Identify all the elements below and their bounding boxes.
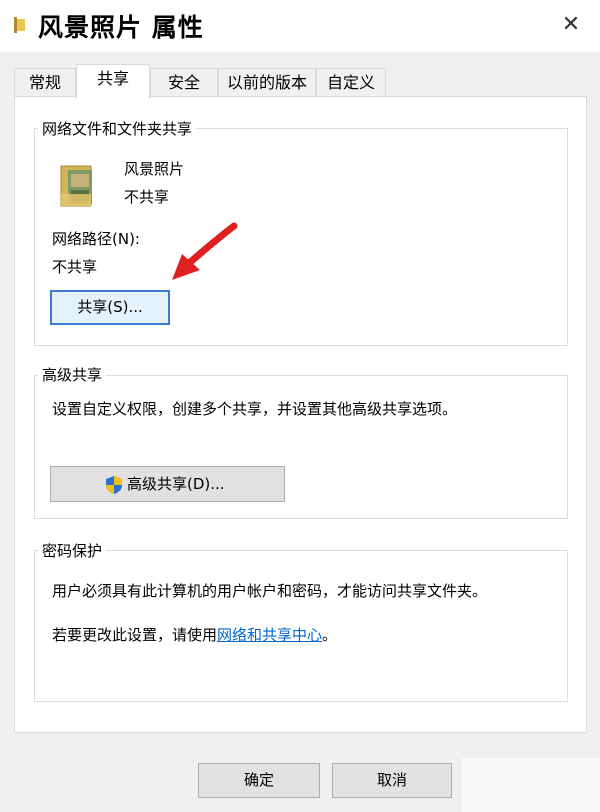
watermark-overlay (462, 758, 600, 812)
tab-sharing[interactable]: 共享 (76, 64, 150, 99)
folder-share-status: 不共享 (124, 188, 170, 206)
ok-button[interactable]: 确定 (198, 763, 320, 798)
network-path-label: 网络路径(N): (52, 230, 140, 248)
change-setting-prefix: 若要更改此设置，请使用 (52, 626, 218, 644)
tab-strip: 常规 共享 安全 以前的版本 自定义 (14, 64, 588, 99)
folder-icon (14, 17, 25, 33)
network-path-value: 不共享 (52, 258, 98, 276)
password-protection-title: 密码保护 (38, 540, 107, 561)
uac-shield-icon (106, 476, 122, 494)
red-arrow-icon (172, 222, 238, 280)
cancel-button[interactable]: 取消 (332, 763, 452, 798)
network-sharing-title: 网络文件和文件夹共享 (38, 118, 197, 139)
title-bar: 风景照片 属性 ✕ (0, 0, 600, 52)
tab-security[interactable]: 安全 (150, 68, 218, 98)
advanced-sharing-title: 高级共享 (38, 364, 107, 385)
tab-general[interactable]: 常规 (14, 68, 76, 98)
close-icon: ✕ (561, 12, 581, 37)
advanced-sharing-button-label: 高级共享(D)... (127, 475, 225, 493)
password-protection-description: 用户必须具有此计算机的用户帐户和密码，才能访问共享文件夹。 (52, 582, 488, 600)
share-button[interactable]: 共享(S)... (50, 290, 170, 325)
folder-name: 风景照片 (124, 160, 185, 178)
change-setting-text: 若要更改此设置，请使用网络和共享中心。 (52, 624, 337, 645)
folder-with-photos-icon (60, 165, 92, 207)
tab-customize[interactable]: 自定义 (316, 68, 386, 98)
close-button[interactable]: ✕ (556, 10, 586, 40)
change-setting-suffix: 。 (322, 626, 338, 644)
network-sharing-center-link[interactable]: 网络和共享中心 (217, 626, 322, 644)
tab-previous-versions[interactable]: 以前的版本 (218, 68, 316, 98)
window-title: 风景照片 属性 (38, 13, 204, 42)
advanced-sharing-description: 设置自定义权限，创建多个共享，并设置其他高级共享选项。 (52, 400, 458, 418)
advanced-sharing-button[interactable]: 高级共享(D)... (50, 466, 285, 502)
